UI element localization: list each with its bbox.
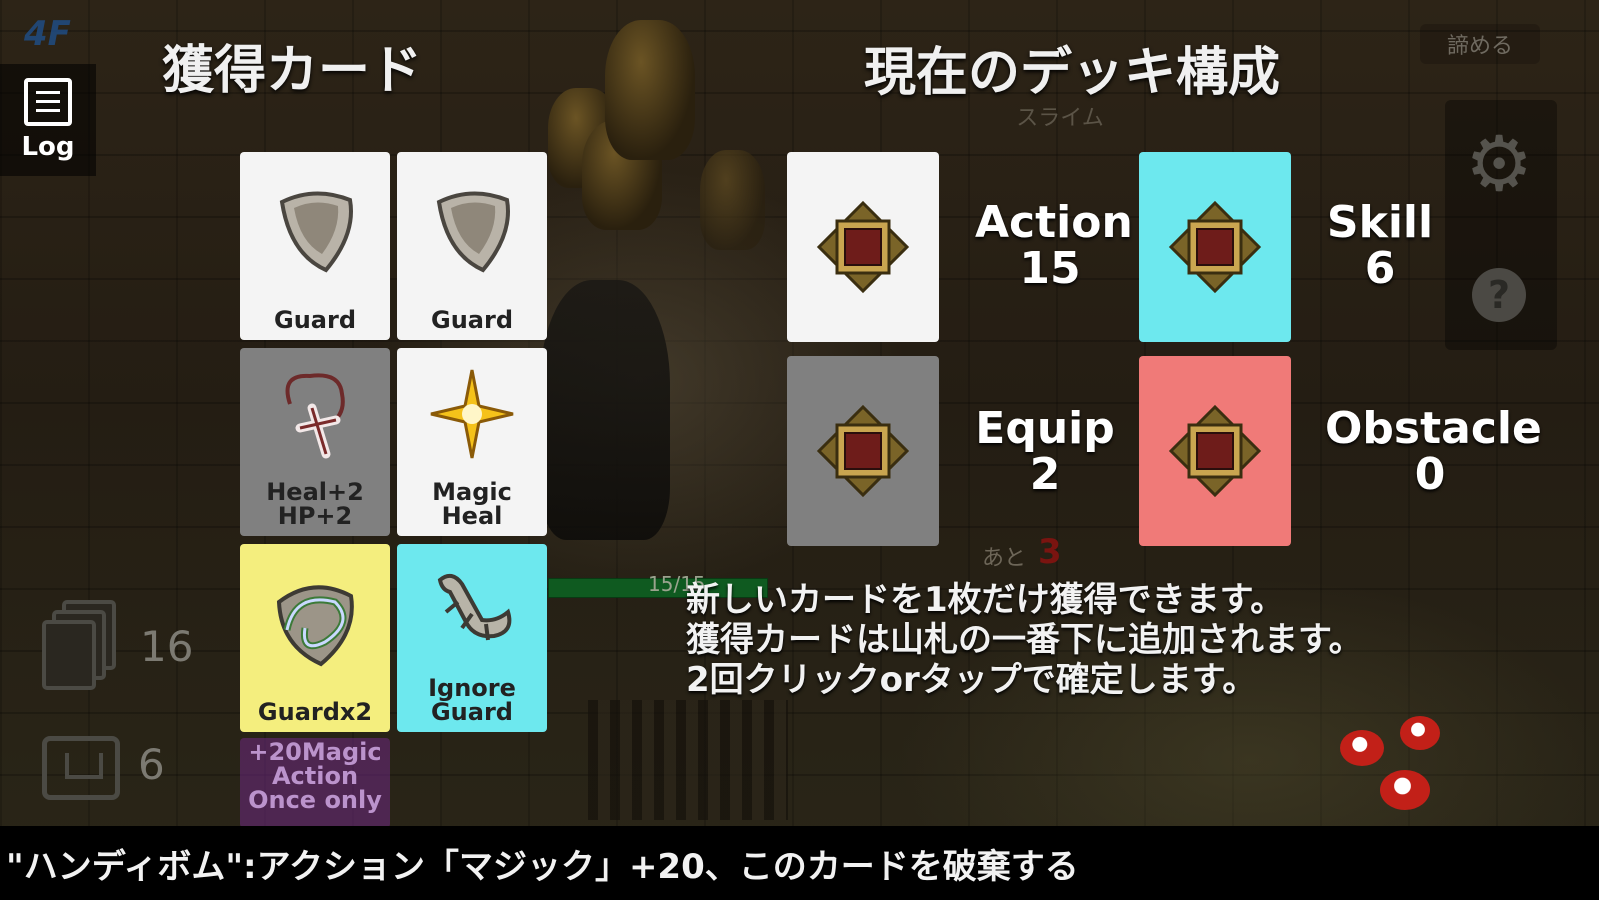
deck-card-skill — [1139, 152, 1291, 342]
card-back-emblem-icon — [816, 404, 910, 498]
card-label: Magic Heal — [432, 478, 512, 530]
acquire-card-guardx2[interactable]: Guardx2 — [240, 544, 390, 732]
card-back-emblem-icon — [1168, 404, 1262, 498]
deck-card-equip — [787, 356, 939, 546]
acquire-card-handy-bomb[interactable]: +20Magic Action Once only — [240, 738, 390, 828]
card-description: "ハンディボム":アクション「マジック」+20、このカードを破棄する — [6, 846, 1079, 887]
card-back-emblem-icon — [816, 200, 910, 294]
card-label: Guard — [274, 306, 356, 334]
deck-type-equip: Equip 2 — [970, 406, 1120, 498]
instruction-line: 新しいカードを1枚だけ獲得できます。 — [686, 580, 1285, 620]
remaining-label: あと — [982, 546, 1027, 571]
instruction-line: 獲得カードは山札の一番下に追加されます。 — [686, 620, 1363, 660]
floor-indicator: 4F — [24, 14, 71, 54]
instruction-line: 2回クリックorタップで確定します。 — [686, 660, 1257, 700]
discard-tray-icon — [42, 736, 120, 800]
discard-count: 6 — [138, 740, 165, 789]
card-label: Guardx2 — [257, 698, 373, 726]
deck-count: 16 — [140, 622, 194, 671]
card-back-emblem-icon — [1168, 200, 1262, 294]
deck-card-obstacle — [1139, 356, 1291, 546]
deck-type-skill: Skill 6 — [1310, 200, 1450, 292]
log-button[interactable]: Log — [0, 64, 96, 176]
swirl-shield-icon — [276, 585, 354, 667]
deck-card-action — [787, 152, 939, 342]
mushroom-decoration — [1400, 716, 1440, 750]
deck-type-obstacle: Obstacle 0 — [1325, 403, 1542, 500]
card-label: +20Magic Action Once only — [248, 738, 382, 814]
card-label: Ignore Guard — [428, 674, 516, 726]
acquire-card-guard[interactable]: Guard — [397, 152, 547, 340]
deck-pile-icon — [40, 600, 120, 696]
mushroom-decoration — [1380, 770, 1430, 810]
help-icon[interactable]: ? — [1472, 268, 1526, 322]
acquire-card-guard[interactable]: Guard — [240, 152, 390, 340]
floor-grate — [588, 700, 788, 820]
jar-decoration — [605, 20, 695, 160]
lizard-icon — [437, 573, 512, 641]
jar-decoration — [700, 150, 765, 250]
acquire-card-ignore-guard[interactable]: Ignore Guard — [397, 544, 547, 732]
remaining-value: 3 — [1038, 532, 1062, 572]
shield-icon — [279, 191, 353, 273]
deck-type-count: 0 — [1414, 449, 1446, 500]
acquire-card-magic-heal[interactable]: Magic Heal — [397, 348, 547, 536]
cross-amulet-icon — [285, 373, 345, 459]
player-character — [540, 280, 670, 540]
deck-type-name: Equip — [975, 403, 1115, 454]
acquire-card-heal[interactable]: Heal+2 HP+2 — [240, 348, 390, 536]
give-up-button[interactable]: 諦める — [1420, 24, 1540, 64]
deck-type-name: Action — [975, 197, 1133, 248]
shield-icon — [436, 191, 510, 273]
deck-title: 現在のデッキ構成 — [864, 43, 1281, 103]
instruction-text: 新しいカードを1枚だけ獲得できます。 獲得カードは山札の一番下に追加されます。 … — [686, 580, 1363, 700]
deck-type-count: 15 — [1019, 243, 1081, 294]
deck-type-action: Action 15 — [975, 197, 1133, 294]
deck-type-name: Obstacle — [1325, 403, 1542, 454]
deck-type-count: 2 — [1029, 449, 1061, 500]
gear-icon[interactable]: ⚙ — [1465, 126, 1533, 202]
acquire-title: 獲得カード — [162, 41, 423, 101]
card-description-bar: "ハンディボム":アクション「マジック」+20、このカードを破棄する — [0, 826, 1599, 900]
sparkle-star-icon — [430, 369, 514, 459]
mushroom-decoration — [1340, 730, 1384, 766]
card-label: Heal+2 HP+2 — [266, 478, 364, 530]
log-label: Log — [21, 132, 75, 162]
log-icon — [24, 78, 72, 126]
deck-type-name: Skill — [1326, 197, 1434, 248]
deck-type-count: 6 — [1364, 243, 1396, 294]
card-label: Guard — [431, 306, 513, 334]
